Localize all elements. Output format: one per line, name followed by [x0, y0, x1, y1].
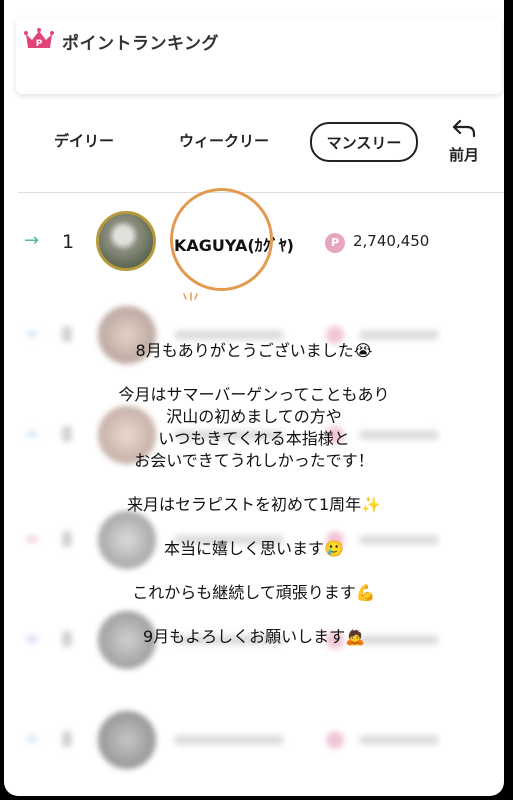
prev-month-button[interactable]: 前月	[444, 118, 484, 165]
period-tabs: デイリー ウィークリー マンスリー 前月	[4, 119, 504, 172]
message-line: 本当に嬉しく思います🥲	[164, 539, 344, 558]
highlight-circle	[170, 188, 273, 291]
prev-month-label: 前月	[448, 146, 479, 164]
message-line: 今月はサマーバーゲンってこともあり	[118, 385, 390, 404]
tab-daily[interactable]: デイリー	[54, 130, 114, 151]
tab-monthly-label: マンスリー	[326, 133, 402, 152]
screen: P ポイントランキング デイリー ウィークリー マンスリー 前月 → 1 KAG…	[4, 0, 504, 796]
tab-monthly[interactable]: マンスリー	[310, 122, 418, 162]
crown-p-icon: P	[24, 28, 54, 49]
message-line: これからも継続して頑張ります💪	[132, 583, 376, 602]
message-line: いつもきてくれる本指様と	[158, 429, 350, 448]
rank-number: 1	[62, 231, 75, 253]
tab-weekly[interactable]: ウィークリー	[179, 130, 269, 151]
undo-arrow-icon	[452, 119, 476, 138]
message-line: 9月もよろしくお願いします🙇	[142, 627, 366, 646]
divider	[18, 192, 504, 193]
points-value: 2,740,450	[353, 232, 430, 250]
svg-text:P: P	[36, 39, 43, 49]
message-line: お会いできてうれしかったです！	[134, 451, 374, 470]
avatar[interactable]	[96, 211, 156, 271]
message-line: 8月もありがとうございました😭	[135, 341, 373, 360]
message-line: 沢山の初めましての方や	[166, 407, 342, 426]
overlay-message: 8月もありがとうございました😭 今月はサマーバーゲンってこともあり 沢山の初めま…	[4, 340, 504, 648]
point-icon: P	[325, 233, 345, 253]
trend-arrow-icon: →	[24, 230, 40, 251]
message-line: 来月はセラピストを初めて1周年✨	[126, 495, 382, 514]
page-title: ポイントランキング	[62, 34, 219, 54]
blurred-ranking-row	[4, 705, 504, 777]
